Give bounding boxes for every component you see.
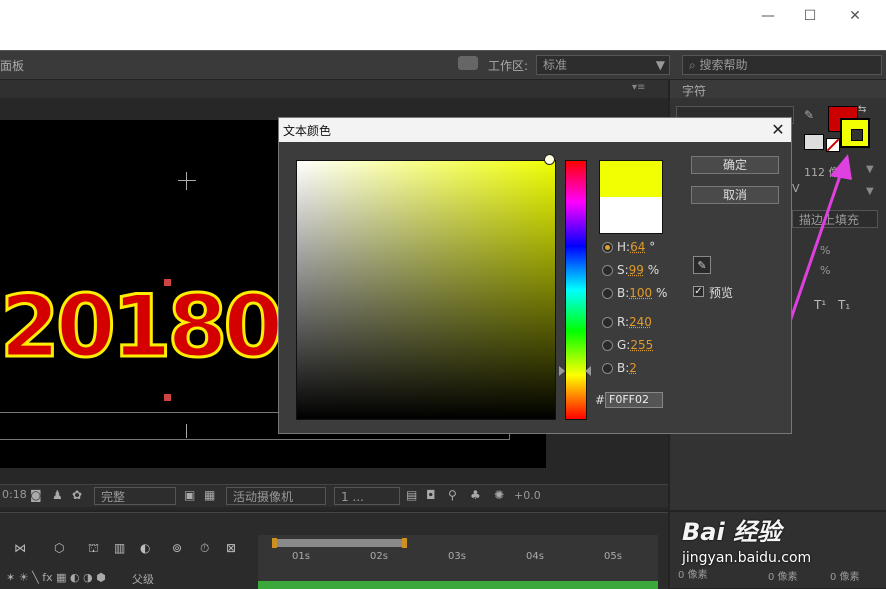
close-icon[interactable]: ✕	[843, 6, 867, 26]
workspace-select[interactable]: 标准 ▼	[536, 55, 670, 75]
solo-icon[interactable]: ⊚	[172, 541, 182, 555]
composition-panel-header: ▾≡	[0, 80, 668, 98]
resolution-select[interactable]: 完整	[94, 487, 176, 505]
cancel-button[interactable]: 取消	[691, 186, 779, 204]
hue-row: H:64 °	[617, 240, 655, 254]
flowchart-icon[interactable]: ♣	[470, 488, 481, 502]
time-tick: 05s	[604, 551, 622, 562]
help-search-input[interactable]: ⌕ 搜索帮助	[682, 55, 882, 75]
radio-green[interactable]	[602, 340, 613, 351]
crosshair-icon	[178, 172, 196, 190]
panel-menu-icon[interactable]: ▾≡	[632, 82, 645, 93]
new-color-swatch	[600, 161, 662, 197]
fast-preview-icon[interactable]: ◘	[426, 488, 436, 502]
baidu-watermark-logo: Bai 经验	[682, 512, 852, 546]
graph-editor-icon[interactable]: ⊠	[226, 541, 236, 555]
eyedropper-icon[interactable]: ✎	[804, 108, 814, 122]
red-row: R:240	[617, 315, 652, 329]
px-value: 0 像素	[678, 566, 708, 581]
work-area-start[interactable]	[272, 538, 277, 548]
radio-brightness[interactable]	[602, 288, 613, 299]
pixel-aspect-icon[interactable]: ▤	[406, 488, 417, 502]
preview-checkbox[interactable]: ✓	[693, 286, 704, 297]
anchor-handle-bottom[interactable]	[164, 394, 171, 401]
hue-slider[interactable]	[565, 160, 587, 420]
maximize-icon[interactable]: ☐	[798, 6, 822, 26]
time-tick: 04s	[526, 551, 544, 562]
swap-colors-icon[interactable]: ⇆	[858, 104, 866, 115]
radio-saturation[interactable]	[602, 265, 613, 276]
brightness-value[interactable]: 100	[629, 286, 652, 300]
time-ruler[interactable]: 01s 02s 03s 04s 05s	[258, 535, 658, 589]
px-value: 0 像素	[830, 568, 860, 583]
workspace-label: 工作区:	[488, 57, 528, 74]
green-value[interactable]: 255	[630, 338, 653, 352]
time-tick: 02s	[370, 551, 388, 562]
eyedropper-icon[interactable]: ✎	[693, 256, 711, 274]
frame-blend-icon[interactable]: ⛫	[88, 541, 99, 557]
time-tick: 03s	[448, 551, 466, 562]
blue-value[interactable]: 2	[629, 361, 637, 375]
hex-input[interactable]: F0FF02	[605, 392, 663, 408]
timeline-icon[interactable]: ⚲	[448, 488, 457, 502]
blue-row: B:2	[617, 361, 637, 375]
saturation-row: S:99 %	[617, 263, 659, 277]
camera-icon[interactable]: ◙	[30, 488, 42, 502]
time-display[interactable]: 0:18	[2, 488, 27, 501]
chevron-down-icon[interactable]: ▼	[866, 164, 874, 175]
hue-value[interactable]: 64	[630, 240, 645, 254]
person-icon[interactable]: ♟	[52, 488, 63, 502]
color-cursor[interactable]	[544, 154, 555, 165]
radio-red[interactable]	[602, 317, 613, 328]
baidu-watermark-url: jingyan.baidu.com	[682, 550, 811, 566]
brightness-row: B:100 %	[617, 286, 667, 300]
stopwatch-icon[interactable]: ⏱	[200, 541, 209, 556]
green-row: G:255	[617, 338, 653, 352]
hue-slider-left-arrow[interactable]	[559, 366, 565, 376]
radio-blue[interactable]	[602, 363, 613, 374]
camera-select[interactable]: 活动摄像机	[226, 487, 326, 505]
red-value[interactable]: 240	[629, 315, 652, 329]
text-cursor	[186, 424, 187, 438]
radio-hue[interactable]	[602, 242, 613, 253]
hue-slider-right-arrow[interactable]	[585, 366, 591, 376]
hide-layers-icon[interactable]: ◐	[140, 541, 150, 555]
dialog-title: 文本颜色	[283, 122, 331, 139]
rgb-icon[interactable]: ✿	[72, 488, 82, 502]
work-area-bar[interactable]	[272, 539, 404, 547]
preview-label: 预览	[709, 284, 733, 301]
sync-icon[interactable]	[458, 56, 478, 70]
minimize-icon[interactable]: —	[756, 6, 780, 26]
dialog-titlebar: 文本颜色 ✕	[279, 118, 791, 142]
motion-blur-icon[interactable]: ⋈	[14, 541, 26, 555]
work-area-end[interactable]	[402, 538, 407, 548]
tab-character[interactable]: 字符	[682, 82, 706, 99]
switches-icons[interactable]: ✶ ☀ ╲ fx ▦ ◐ ◑ ⬢	[6, 571, 106, 584]
window-titlebar: — ☐ ✕	[0, 0, 886, 50]
view-layout-select[interactable]: 1 ...	[334, 487, 400, 505]
text-color-dialog: 文本颜色 ✕ 确定 取消 H:64 ° S:99 % B:100 % R:240…	[278, 117, 792, 434]
graph-icon[interactable]: ⬡	[54, 541, 64, 555]
color-preview-swatch	[599, 160, 663, 234]
region-icon[interactable]: ▣	[184, 488, 195, 502]
timeline-panel: ⋈ ⬡ ⛫ ▥ ◐ ⊚ ⏱ ⊠ ✶ ☀ ╲ fx ▦ ◐ ◑ ⬢ 父级 01s …	[0, 512, 668, 589]
time-tick: 01s	[292, 551, 310, 562]
hex-prefix: #	[595, 393, 605, 407]
saturation-value[interactable]: 99	[629, 263, 644, 277]
panel-label: 面板	[0, 57, 24, 74]
ok-button[interactable]: 确定	[691, 156, 779, 174]
exposure-icon[interactable]: ✺	[494, 488, 504, 502]
draft-3d-icon[interactable]: ▥	[114, 541, 125, 555]
transparency-grid-icon[interactable]: ▦	[204, 488, 215, 502]
workspace-bar: 面板 工作区: 标准 ▼ ⌕ 搜索帮助	[0, 50, 886, 79]
close-icon[interactable]: ✕	[767, 119, 789, 141]
saturation-brightness-field[interactable]	[296, 160, 556, 420]
composition-toolbar: 0:18 ◙ ♟ ✿ 完整 ▣ ▦ 活动摄像机 1 ... ▤ ◘ ⚲ ♣ ✺ …	[0, 484, 668, 507]
chevron-down-icon[interactable]: ▼	[866, 186, 874, 197]
exposure-value[interactable]: +0.0	[514, 489, 541, 502]
px-value: 0 像素	[768, 568, 798, 583]
parent-column-label: 父级	[132, 571, 154, 587]
